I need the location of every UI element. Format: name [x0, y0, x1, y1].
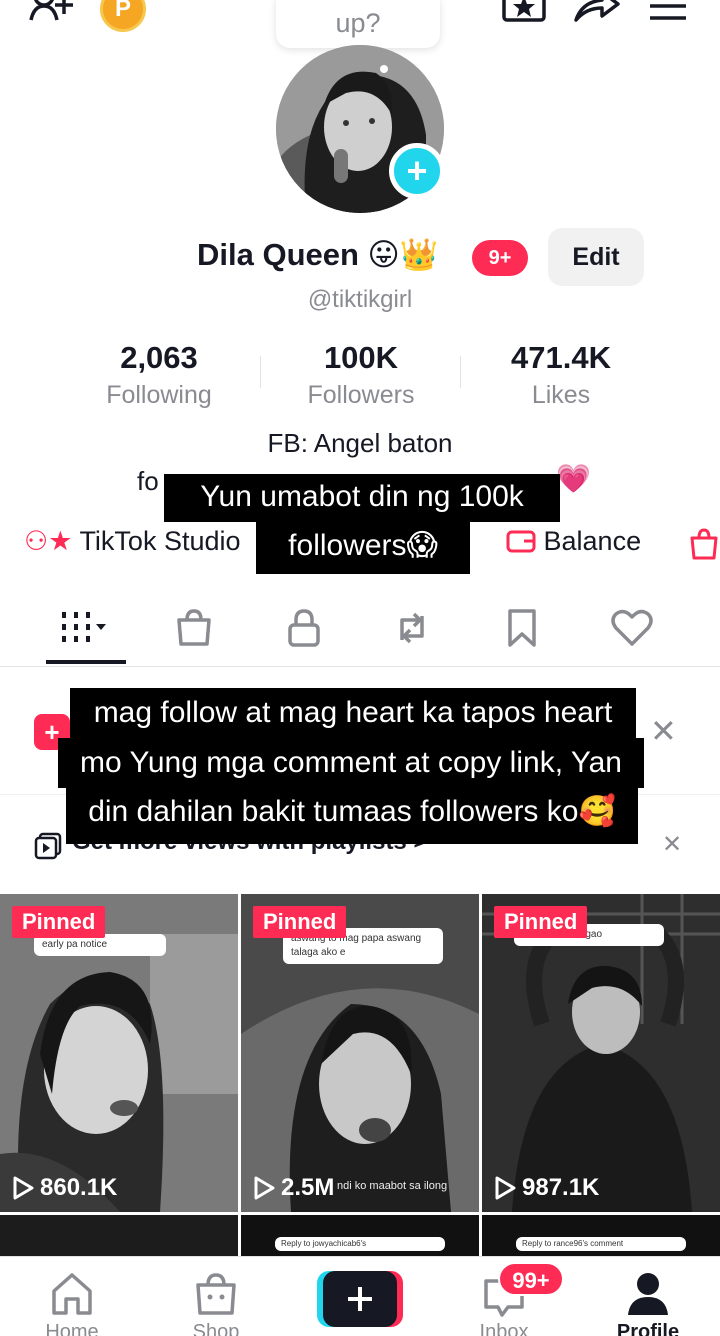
profile-name: Dila Queen 😛👑 — [197, 237, 439, 272]
caption-line: followers😱 — [256, 520, 470, 574]
tab-shop[interactable] — [154, 598, 234, 658]
tab-videos[interactable] — [46, 598, 126, 658]
pinned-badge: Pinned — [494, 906, 588, 938]
stat-label: Followers — [307, 381, 415, 409]
tab-liked[interactable] — [592, 598, 672, 658]
caption-line: mo Yung mga comment at copy link, Yan — [58, 738, 644, 788]
notification-badge[interactable]: 9+ — [472, 240, 528, 276]
profile-handle: @tiktikgirl — [307, 286, 413, 313]
bag-icon — [177, 609, 211, 646]
favorites-icon[interactable] — [502, 0, 546, 22]
view-count: 2.5M — [253, 1174, 334, 1202]
active-tab-indicator — [46, 660, 126, 664]
caption-line: din dahilan bakit tumaas followers ko🥰 — [66, 788, 638, 844]
pinned-badge: Pinned — [253, 906, 347, 938]
home-icon — [52, 1273, 92, 1315]
lock-icon — [288, 609, 320, 647]
tab-favorites[interactable] — [482, 598, 562, 658]
pinned-badge: Pinned — [12, 906, 106, 938]
studio-icon: ⚇★ — [24, 526, 73, 556]
balance-link[interactable]: Balance — [506, 526, 641, 557]
add-friend-icon[interactable] — [28, 0, 78, 26]
stat-value: 471.4K — [511, 340, 611, 375]
heart-icon — [611, 609, 653, 646]
view-count: 987.1K — [494, 1174, 599, 1202]
bio-line-1: FB: Angel baton — [267, 428, 453, 458]
edit-profile-button[interactable]: Edit — [548, 228, 644, 286]
stat-value: 100K — [323, 340, 399, 375]
stat-label: Likes — [531, 381, 591, 409]
video-tile[interactable]: ikaw makakangao Pinned 987.1K — [482, 894, 720, 1212]
nav-label: Home — [45, 1321, 99, 1336]
bottom-nav: Home Shop Inbox Profile — [0, 1256, 720, 1336]
bookmark-icon — [508, 609, 536, 647]
video-tile[interactable]: early pa notice Pinned 860.1K — [0, 894, 238, 1212]
view-count: 860.1K — [12, 1174, 117, 1202]
caption-line: Yun umabot din ng 100k — [164, 474, 560, 522]
view-count-text: 987.1K — [522, 1174, 600, 1201]
shop-icon — [196, 1273, 236, 1315]
caption-line: mag follow at mag heart ka tapos heart — [70, 688, 636, 738]
nav-label: Profile — [616, 1321, 680, 1336]
nav-label: Inbox — [479, 1321, 529, 1336]
play-icon — [495, 1176, 516, 1200]
share-icon[interactable] — [572, 0, 622, 24]
video-tile[interactable]: Reply to jowyachicab6's — [241, 1215, 479, 1256]
stat-label: Following — [106, 381, 212, 409]
tab-private[interactable] — [264, 598, 344, 658]
profile-icon — [628, 1273, 668, 1315]
video-tile[interactable] — [0, 1215, 238, 1256]
view-count-text: 860.1K — [40, 1174, 118, 1201]
stat-following[interactable]: 2,063 Following — [59, 338, 259, 412]
stat-likes[interactable]: 471.4K Likes — [461, 338, 661, 412]
repost-icon — [400, 612, 424, 644]
close-icon[interactable]: ✕ — [650, 712, 677, 750]
close-playlist-icon[interactable]: ✕ — [662, 830, 682, 859]
comment-note: Reply to jowyachicab6's — [275, 1237, 445, 1251]
video-overlay-text: ndi ko maabot sa ilong — [337, 1180, 448, 1192]
playlist-icon — [34, 832, 62, 860]
stat-followers[interactable]: 100K Followers — [261, 338, 461, 412]
tab-reposts[interactable] — [372, 598, 452, 658]
coin-icon[interactable]: P — [100, 0, 146, 32]
create-button[interactable] — [317, 1271, 403, 1327]
menu-icon[interactable] — [648, 0, 688, 22]
balance-label: Balance — [543, 526, 642, 556]
video-tile[interactable]: Reply to rance96's comment — [482, 1215, 720, 1256]
video-tile[interactable]: aswang to mag papa aswang talaga ako e P… — [241, 894, 479, 1212]
status-bubble[interactable]: up? — [276, 0, 440, 48]
profile-tabs — [0, 598, 720, 666]
tiktok-studio-link[interactable]: ⚇★ TikTok Studio — [24, 526, 241, 557]
inbox-badge: 99+ — [498, 1262, 564, 1296]
stat-value: 2,063 — [120, 340, 198, 375]
shop-bag-icon[interactable] — [688, 528, 720, 560]
studio-label: TikTok Studio — [79, 526, 241, 556]
bio-line-2-end: 💗 — [556, 463, 591, 494]
comment-note: Reply to rance96's comment — [516, 1237, 686, 1251]
play-icon — [254, 1176, 275, 1200]
view-count-text: 2.5M — [281, 1174, 335, 1201]
play-icon — [13, 1176, 34, 1200]
add-photo-button[interactable]: + — [389, 143, 445, 199]
divider — [0, 666, 720, 667]
wallet-icon — [506, 530, 536, 553]
nav-label: Shop — [192, 1321, 240, 1336]
grid-icon — [62, 612, 106, 642]
bio-line-2-start: fo — [137, 466, 159, 496]
